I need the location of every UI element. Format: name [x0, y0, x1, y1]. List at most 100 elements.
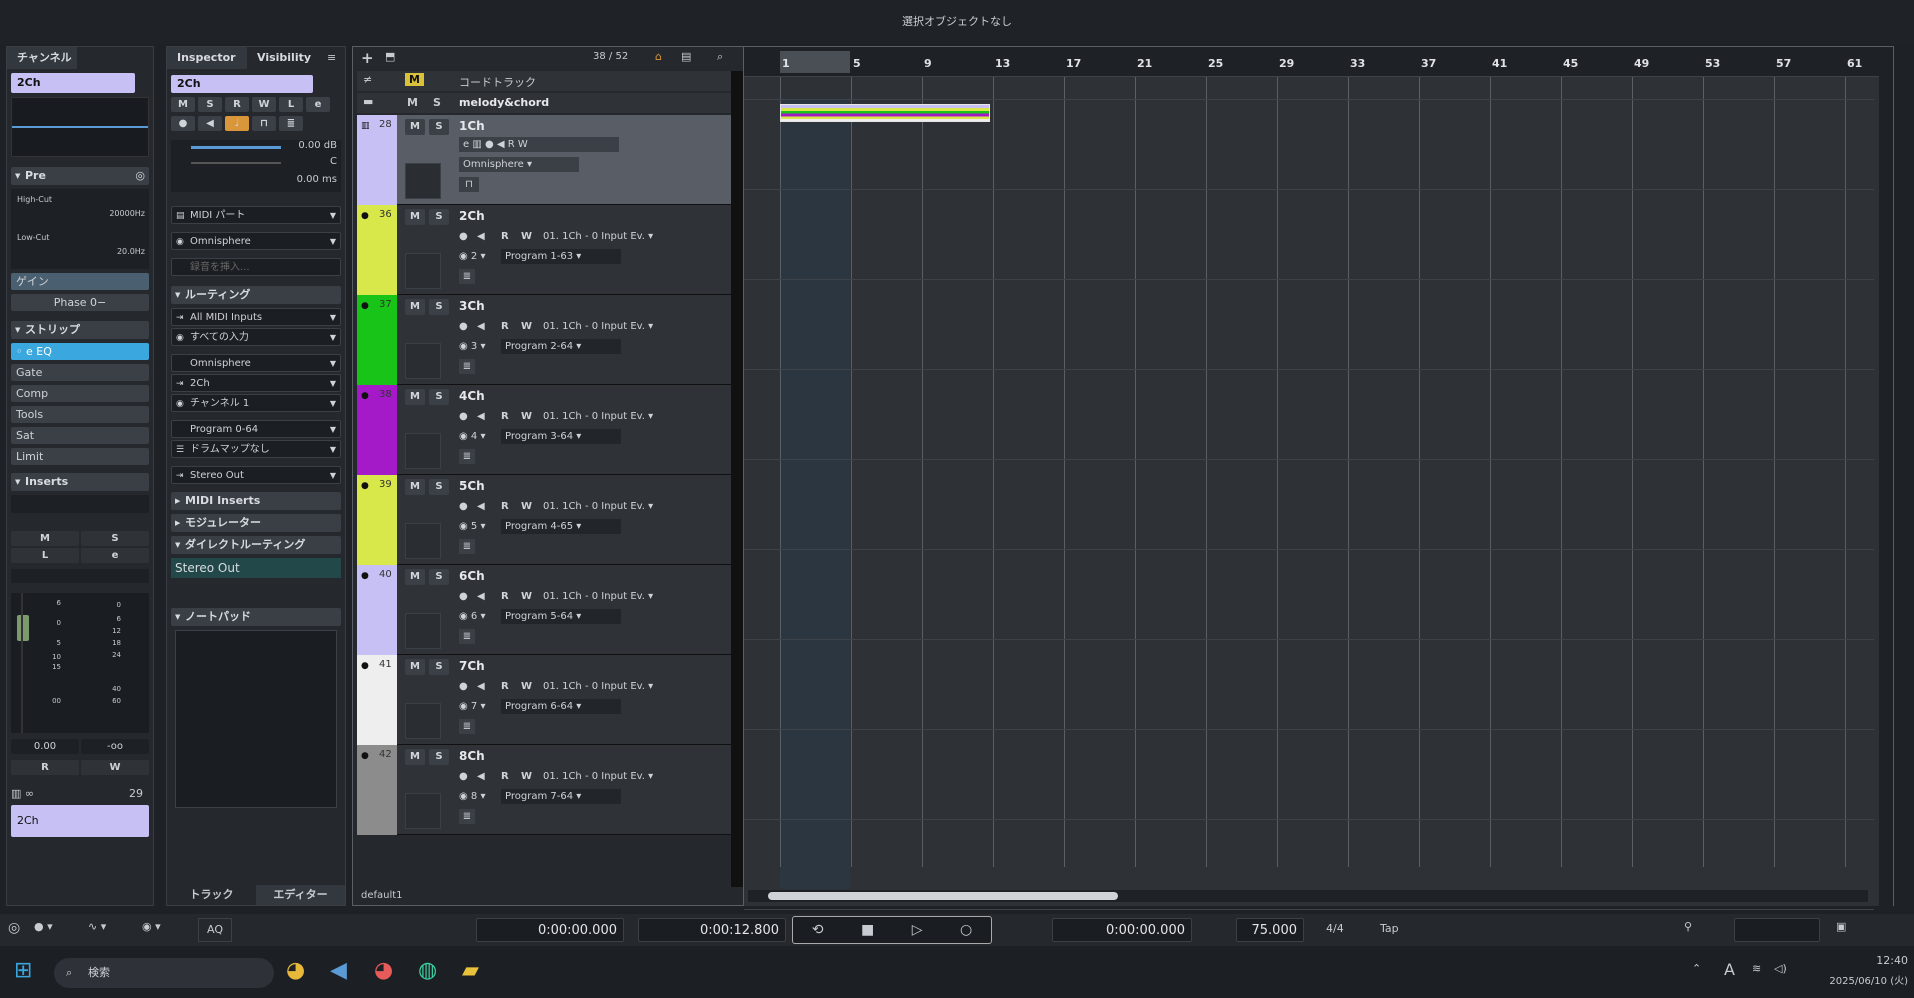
notepad-area[interactable] — [175, 630, 337, 808]
track-mute-button[interactable]: M — [405, 389, 425, 405]
waveform-icon[interactable]: ∿ ▾ — [88, 920, 106, 933]
loop-range[interactable] — [780, 51, 850, 73]
track-input-select[interactable]: 01. 1Ch - 0 Input Ev. ▾ — [543, 589, 663, 604]
lowcut-value[interactable]: 20.0Hz — [117, 247, 145, 256]
track-mute-button[interactable]: M — [405, 569, 425, 585]
vertical-scrollbar[interactable] — [1879, 47, 1893, 907]
track-color-strip[interactable]: ● 36 — [357, 205, 397, 295]
record-enable-icon[interactable]: ● — [459, 319, 468, 334]
record-enable-icon[interactable]: ● — [459, 229, 468, 244]
track-picture[interactable] — [405, 523, 441, 559]
folder-mute-button[interactable]: M — [407, 96, 418, 109]
track-read-button[interactable]: R — [501, 679, 509, 694]
ruler-bar-25[interactable]: 25 — [1208, 57, 1223, 70]
track-color-strip[interactable]: ● 41 — [357, 655, 397, 745]
track-picture[interactable] — [405, 793, 441, 829]
list-icon[interactable]: ≣ — [459, 359, 475, 374]
ruler-bar-21[interactable]: 21 — [1137, 57, 1152, 70]
ruler-bar-9[interactable]: 9 — [924, 57, 932, 70]
track-picture[interactable] — [405, 433, 441, 469]
ruler-bar-5[interactable]: 5 — [853, 57, 861, 70]
track-program-select[interactable]: Program 6-64 ▾ — [501, 699, 621, 714]
direct-out-slot[interactable]: Stereo Out — [171, 558, 341, 578]
track-solo-button[interactable]: S — [429, 749, 449, 765]
track-channel-select[interactable]: ◉ 6 ▾ — [459, 609, 485, 624]
insert-slot[interactable] — [11, 495, 149, 513]
midi-part-select[interactable]: ▤ MIDI パート ▼ — [171, 206, 341, 224]
track-color-strip[interactable]: ● 40 — [357, 565, 397, 655]
right-locator[interactable]: 0:00:12.800 — [638, 918, 786, 942]
speaker-icon[interactable]: ◁) — [1774, 962, 1787, 975]
pan-value[interactable]: C — [330, 156, 337, 167]
pan-control[interactable] — [11, 569, 149, 583]
input-channel-select[interactable]: ◉ すべての入力 ▼ — [171, 328, 341, 346]
track-row-3Ch[interactable]: ● 37 M S 3Ch ● ◀ R W 01. 1Ch - 0 Input Ev. ▾ ◉ 3 ▾… — [357, 295, 733, 385]
solo-button[interactable]: S — [81, 531, 149, 546]
search-input[interactable]: ⌕ 検索 — [54, 958, 274, 988]
volume-value[interactable]: 0.00 — [11, 739, 79, 754]
auto-quantize-button[interactable]: AQ — [198, 918, 232, 942]
monitor-icon[interactable]: ◀ — [477, 589, 485, 604]
track-read-button[interactable]: R — [501, 229, 509, 244]
track-color-strip[interactable]: ● 42 — [357, 745, 397, 835]
track-mute-button[interactable]: M — [405, 479, 425, 495]
metronome-icon[interactable]: ⚲ — [1684, 920, 1692, 933]
track-row-8Ch[interactable]: ● 42 M S 8Ch ● ◀ R W 01. 1Ch - 0 Input Ev. ▾ ◉ 8 ▾… — [357, 745, 733, 835]
track-color-strip[interactable]: ● 37 — [357, 295, 397, 385]
write-button[interactable]: W — [252, 97, 276, 112]
track-program-select[interactable]: Program 7-64 ▾ — [501, 789, 621, 804]
track-row-7Ch[interactable]: ● 41 M S 7Ch ● ◀ R W 01. 1Ch - 0 Input Ev. ▾ ◉ 7 ▾… — [357, 655, 733, 745]
track-input-select[interactable]: 01. 1Ch - 0 Input Ev. ▾ — [543, 409, 663, 424]
phase-button[interactable]: Phase 0− — [11, 294, 149, 311]
power-icon[interactable]: ◦ e — [16, 345, 36, 358]
list-icon[interactable]: ≣ — [459, 449, 475, 464]
routing-section[interactable]: ルーティング — [171, 286, 341, 304]
strip-section[interactable]: ストリップ — [11, 321, 149, 339]
midi-inserts-section[interactable]: MIDI Inserts — [171, 492, 341, 510]
track-row-6Ch[interactable]: ● 40 M S 6Ch ● ◀ R W 01. 1Ch - 0 Input Ev. ▾ ◉ 6 ▾… — [357, 565, 733, 655]
drummap-select[interactable]: ☰ ドラムマップなし ▼ — [171, 440, 341, 458]
record-icon[interactable]: ○ — [960, 922, 972, 938]
ruler-bar-45[interactable]: 45 — [1563, 57, 1578, 70]
punch-icon[interactable]: ◉ ▾ — [142, 920, 161, 933]
channel-name[interactable]: 2Ch — [11, 73, 135, 93]
lock-icon[interactable]: ▣ — [1836, 920, 1846, 933]
insert-record[interactable]: 録音を挿入... — [171, 258, 341, 276]
track-write-button[interactable]: W — [521, 409, 532, 424]
track-channel-select[interactable]: ◉ 3 ▾ — [459, 339, 485, 354]
gain-slider[interactable]: ゲイン — [11, 273, 149, 290]
stop-icon[interactable]: ■ — [861, 922, 874, 938]
modulator-section[interactable]: モジュレーター — [171, 514, 341, 532]
monitor-icon[interactable]: ◀ — [477, 229, 485, 244]
chrome-icon[interactable]: ◕ — [286, 958, 305, 983]
listen-button[interactable]: L — [279, 97, 303, 112]
ruler-bar-29[interactable]: 29 — [1279, 57, 1294, 70]
output-track-select[interactable]: ⇥ 2Ch ▼ — [171, 374, 341, 392]
inspector-track-name[interactable]: 2Ch — [171, 75, 313, 93]
list-icon[interactable]: ≣ — [279, 116, 303, 131]
left-locator[interactable]: 0:00:00.000 — [476, 918, 624, 942]
folder-add-icon[interactable]: ⬒ — [385, 50, 395, 63]
lock-icon[interactable]: ⊓ — [459, 177, 479, 192]
globe-icon[interactable]: ◍ — [418, 958, 437, 983]
track-program-select[interactable]: Program 1-63 ▾ — [501, 249, 621, 264]
track-picture[interactable] — [405, 613, 441, 649]
search-icon[interactable]: ⌕ — [717, 50, 723, 64]
chord-track[interactable]: ≠ M コードトラック — [357, 71, 733, 91]
track-input-select[interactable]: 01. 1Ch - 0 Input Ev. ▾ — [543, 769, 663, 784]
track-picture[interactable] — [405, 703, 441, 739]
track-row-4Ch[interactable]: ● 38 M S 4Ch ● ◀ R W 01. 1Ch - 0 Input Ev. ▾ ◉ 4 ▾… — [357, 385, 733, 475]
monitor-icon[interactable]: ◀ — [477, 499, 485, 514]
chord-mute-button[interactable]: M — [405, 73, 424, 86]
channel-name-footer[interactable]: 2Ch — [11, 805, 149, 837]
time-signature[interactable]: 4/4 — [1326, 922, 1344, 935]
tab-channel[interactable]: チャンネル — [7, 47, 77, 69]
stereo-out-select[interactable]: ⇥ Stereo Out ▼ — [171, 466, 341, 484]
track-channel-select[interactable]: ◉ 5 ▾ — [459, 519, 485, 534]
volume-slider[interactable] — [191, 146, 281, 149]
edit-button[interactable]: e — [306, 97, 330, 112]
read-button[interactable]: R — [11, 760, 79, 775]
track-mute-button[interactable]: M — [405, 749, 425, 765]
visibility-config[interactable]: default1 — [361, 890, 403, 901]
track-solo-button[interactable]: S — [429, 569, 449, 585]
